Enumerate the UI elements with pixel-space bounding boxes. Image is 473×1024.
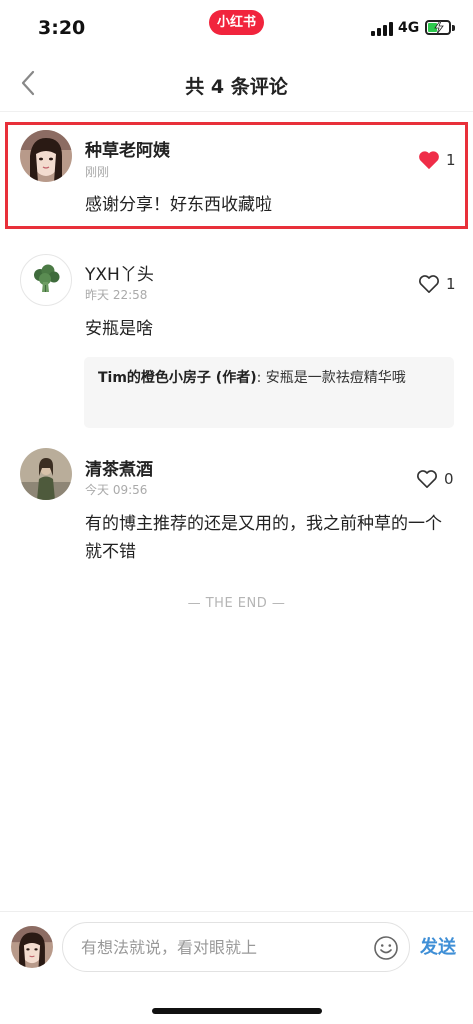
reply-text: : 安瓶是一款祛痘精华哦 — [256, 370, 406, 386]
header: 共 4 条评论 — [0, 56, 473, 112]
comment-time: 今天 09:56 — [85, 483, 148, 497]
commenter-name[interactable]: 种草老阿姨 — [85, 136, 170, 161]
avatar[interactable] — [20, 448, 72, 500]
heart-icon[interactable] — [418, 150, 440, 170]
my-avatar[interactable] — [11, 926, 53, 968]
reply-box[interactable]: Tim的橙色小房子 (作者): 安瓶是一款祛痘精华哦 — [84, 357, 454, 428]
comment-text: 安瓶是啥 — [85, 319, 153, 339]
battery-tip — [452, 25, 455, 31]
reply-author[interactable]: Tim的橙色小房子 (作者) — [98, 370, 257, 386]
comment-time: 昨天 22:58 — [85, 288, 148, 302]
comment-text: 有的博主推荐的还是又用的，我之前种草的一个就不错 — [85, 514, 442, 562]
send-button[interactable]: 发送 — [420, 933, 456, 959]
page-title: 共 4 条评论 — [185, 76, 288, 98]
broccoli-icon — [34, 264, 60, 292]
heart-outline-icon[interactable] — [418, 274, 440, 294]
comment-time: 刚刚 — [85, 165, 110, 179]
comment-input-bar: 发送 — [0, 911, 473, 991]
commenter-name[interactable]: YXH丫头 — [85, 260, 154, 285]
status-bar: 3:20 小红书 4G — [0, 0, 473, 56]
comment-text: 感谢分享！好东西收藏啦 — [85, 195, 272, 215]
comment-input-wrapper[interactable] — [62, 922, 410, 972]
home-indicator[interactable] — [152, 1008, 322, 1014]
heart-outline-icon[interactable] — [416, 469, 438, 489]
network-label: 4G — [398, 20, 420, 36]
comment-input[interactable] — [81, 923, 361, 971]
emoji-icon[interactable] — [373, 935, 399, 961]
charging-icon — [434, 20, 444, 35]
signal-icon — [371, 22, 393, 36]
avatar[interactable] — [20, 130, 72, 182]
like-count: 1 — [446, 151, 456, 169]
avatar[interactable] — [20, 254, 72, 306]
like-count: 1 — [446, 275, 456, 293]
commenter-name[interactable]: 清茶煮酒 — [85, 455, 153, 480]
status-time: 3:20 — [38, 17, 86, 39]
app-badge: 小红书 — [209, 10, 264, 35]
like-count: 0 — [444, 470, 454, 488]
end-marker: — THE END — — [187, 596, 286, 611]
